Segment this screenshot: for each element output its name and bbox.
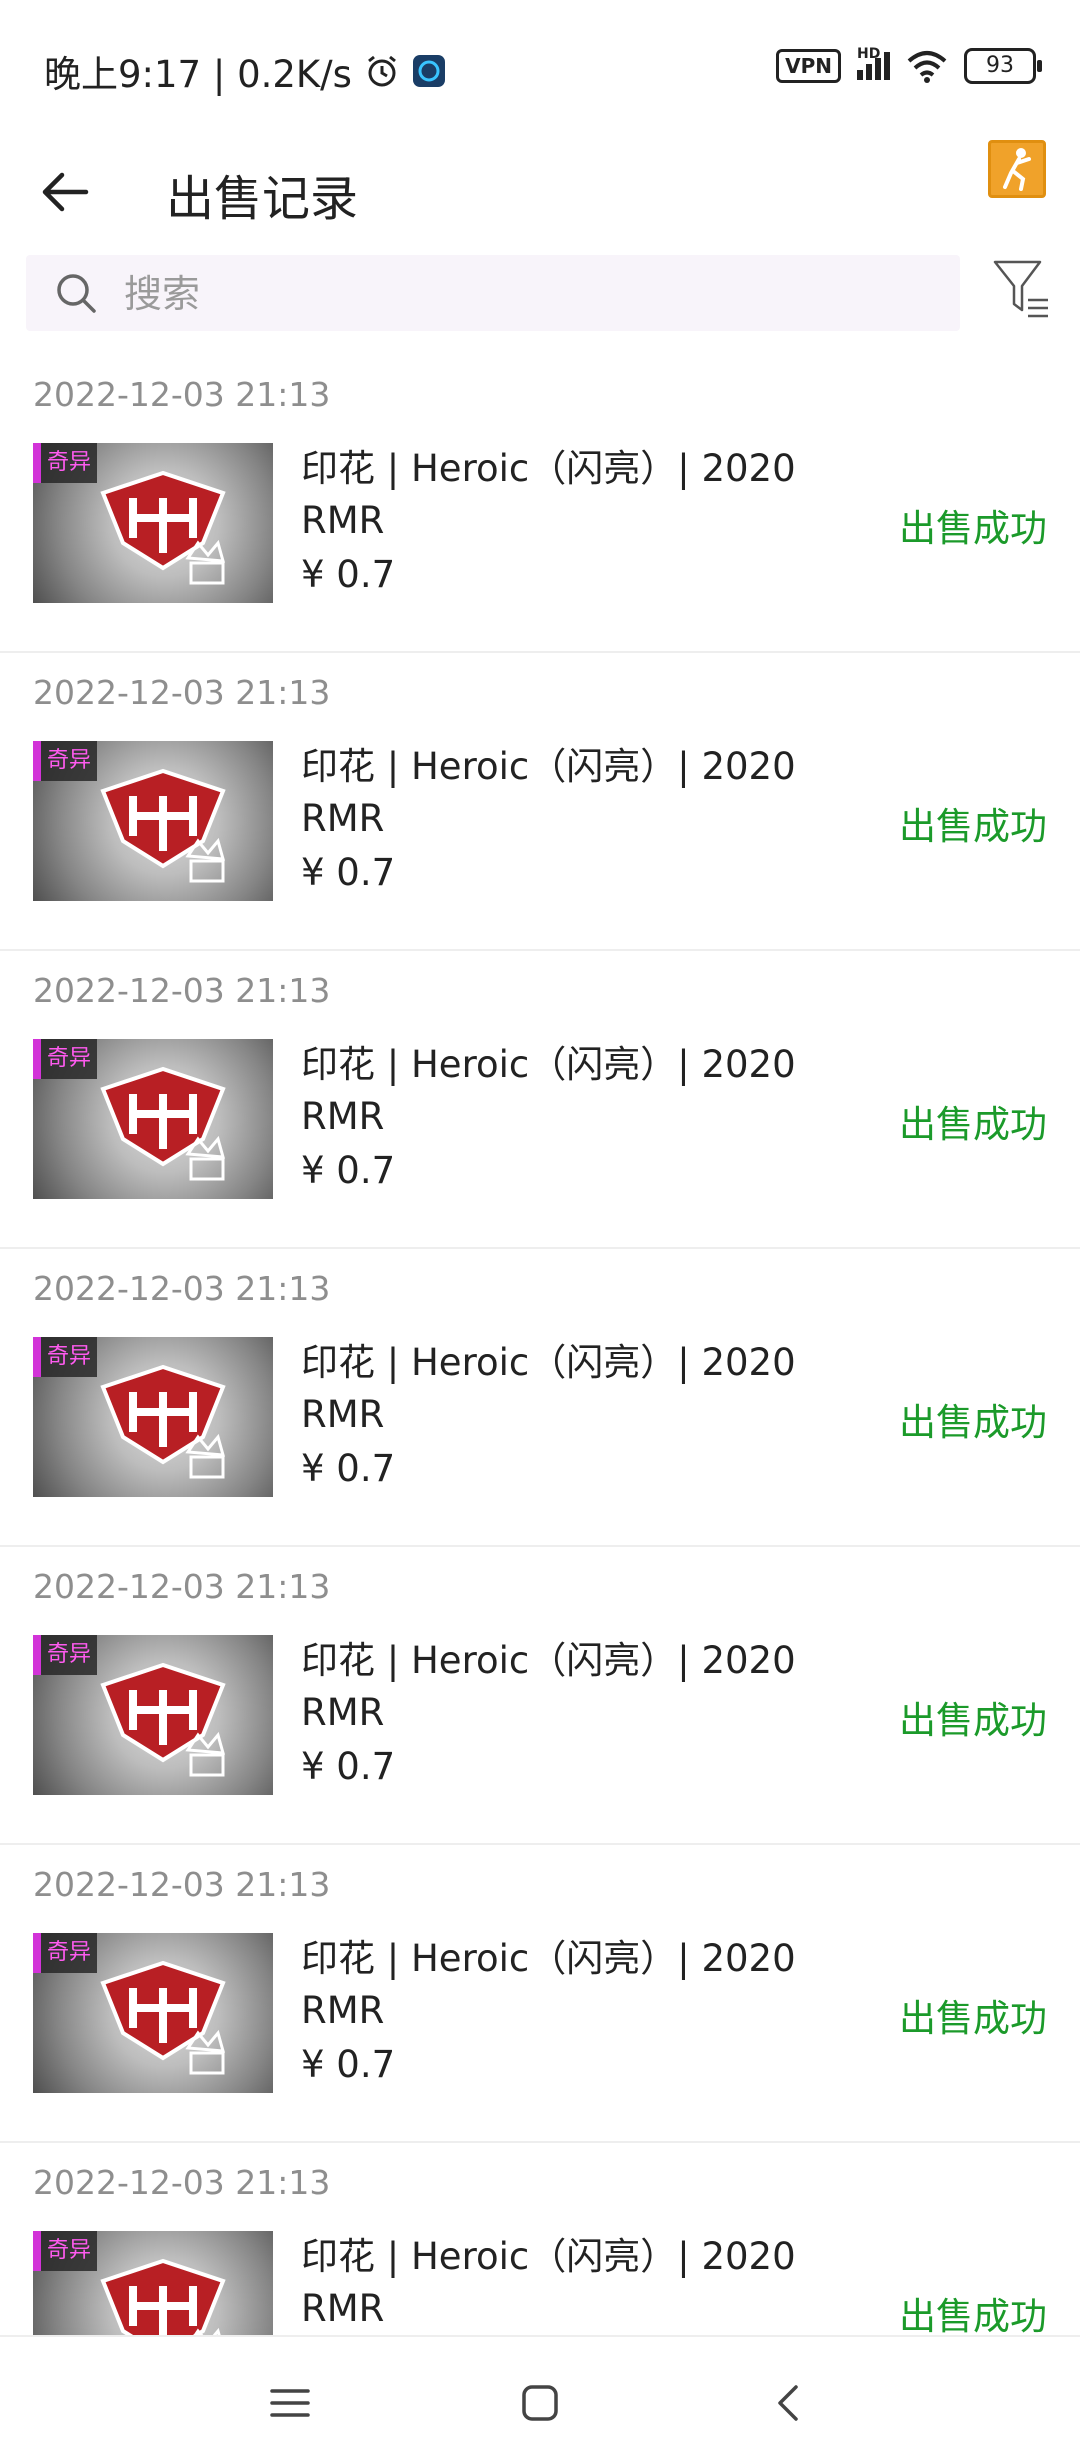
rarity-bar [33,1039,41,1079]
item-price: ¥ 0.7 [301,553,396,596]
sale-record-item[interactable]: 2022-12-03 21:13 奇异 印花 | Heroic（闪亮）| 202… [0,653,1080,951]
sale-record-item[interactable]: 2022-12-03 21:13 奇异 印花 | Heroic（闪亮）| 202… [0,355,1080,653]
sale-record-item[interactable]: 2022-12-03 21:13 奇异 印花 | Heroic（闪亮）| 202… [0,2143,1080,2335]
sale-status: 出售成功 [899,1997,1047,2040]
sale-status: 出售成功 [899,507,1047,550]
item-name: 印花 | Heroic（闪亮）| 2020 RMR [301,1043,796,1138]
record-time: 2022-12-03 21:13 [33,1269,331,1308]
status-time-speed: 晚上9:17 | 0.2K/s [44,53,352,96]
app-notification-icon [412,55,445,87]
sale-record-item[interactable]: 2022-12-03 21:13 奇异 印花 | Heroic（闪亮）| 202… [0,1547,1080,1845]
item-name: 印花 | Heroic（闪亮）| 2020 RMR [301,1341,796,1436]
item-name: 印花 | Heroic（闪亮）| 2020 RMR [301,1937,796,2032]
rarity-bar [33,1933,41,1973]
filter-icon[interactable] [992,258,1050,322]
record-time: 2022-12-03 21:13 [33,1865,331,1904]
item-name: 印花 | Heroic（闪亮）| 2020 RMR [301,447,796,542]
battery-indicator: 93 [964,48,1042,84]
status-left: 晚上9:17 | 0.2K/s [44,44,446,98]
search-bar [26,255,960,331]
rarity-tag: 奇异 [41,1635,97,1675]
item-thumbnail: 奇异 [33,1933,273,2093]
rarity-bar [33,1337,41,1377]
vpn-indicator: VPN [776,49,841,83]
rarity-tag: 奇异 [41,1933,97,1973]
item-price: ¥ 0.7 [301,1447,396,1490]
signal-icon: HD [857,46,890,80]
rarity-bar [33,741,41,781]
sale-status: 出售成功 [899,2295,1047,2335]
rarity-tag: 奇异 [41,2231,97,2271]
rarity-tag: 奇异 [41,443,97,483]
item-price: ¥ 0.7 [301,1745,396,1788]
item-thumbnail: 奇异 [33,1337,273,1497]
record-time: 2022-12-03 21:13 [33,1567,331,1606]
home-icon[interactable] [510,2373,570,2433]
sticker-logo-icon [100,470,226,585]
page-title: 出售记录 [166,171,359,227]
menu-icon[interactable] [260,2373,320,2433]
rarity-tag: 奇异 [41,1337,97,1377]
record-time: 2022-12-03 21:13 [33,971,331,1010]
sale-record-item[interactable]: 2022-12-03 21:13 奇异 印花 | Heroic（闪亮）| 202… [0,1249,1080,1547]
hd-label: HD [857,46,881,62]
rarity-tag: 奇异 [41,1039,97,1079]
item-thumbnail: 奇异 [33,443,273,603]
rarity-bar [33,443,41,483]
alarm-icon [368,55,396,87]
item-thumbnail: 奇异 [33,1635,273,1795]
item-price: ¥ 0.7 [301,851,396,894]
sale-record-item[interactable]: 2022-12-03 21:13 奇异 印花 | Heroic（闪亮）| 202… [0,1845,1080,2143]
sale-status: 出售成功 [899,805,1047,848]
sticker-logo-icon [100,1960,226,2075]
item-thumbnail: 奇异 [33,1039,273,1199]
rarity-tag: 奇异 [41,741,97,781]
search-input[interactable] [122,265,926,323]
sticker-logo-icon [100,1066,226,1181]
item-thumbnail: 奇异 [33,2231,273,2335]
item-price: ¥ 0.7 [301,2043,396,2086]
record-time: 2022-12-03 21:13 [33,673,331,712]
status-right: VPN HD 93 [776,46,1042,84]
record-time: 2022-12-03 21:13 [33,375,331,414]
sticker-logo-icon [100,768,226,883]
sale-status: 出售成功 [899,1699,1047,1742]
back-icon[interactable] [760,2373,820,2433]
sticker-logo-icon [100,2258,226,2335]
rarity-bar [33,2231,41,2271]
sticker-logo-icon [100,1364,226,1479]
status-bar: 晚上9:17 | 0.2K/s VPN HD 93 [0,0,1080,135]
item-name: 印花 | Heroic（闪亮）| 2020 RMR [301,2235,796,2330]
sales-record-list: 2022-12-03 21:13 奇异 印花 | Heroic（闪亮）| 202… [0,355,1080,2335]
rarity-bar [33,1635,41,1675]
game-switch-icon[interactable] [988,140,1046,198]
record-time: 2022-12-03 21:13 [33,2163,331,2202]
item-price: ¥ 0.7 [301,1149,396,1192]
search-icon [57,274,96,313]
wifi-icon [907,51,947,83]
sale-status: 出售成功 [899,1401,1047,1444]
back-arrow-icon[interactable] [38,165,92,219]
sticker-logo-icon [100,1662,226,1777]
item-name: 印花 | Heroic（闪亮）| 2020 RMR [301,1639,796,1734]
item-thumbnail: 奇异 [33,741,273,901]
sale-status: 出售成功 [899,1103,1047,1146]
item-name: 印花 | Heroic（闪亮）| 2020 RMR [301,745,796,840]
sale-record-item[interactable]: 2022-12-03 21:13 奇异 印花 | Heroic（闪亮）| 202… [0,951,1080,1249]
system-nav-bar [0,2335,1080,2462]
